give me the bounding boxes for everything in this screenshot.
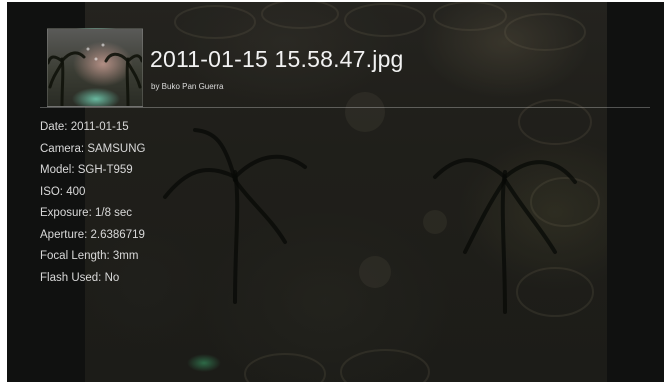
- photo-thumbnail: [47, 28, 143, 107]
- metadata-model: Model: SGH-T959: [40, 160, 145, 182]
- metadata-flash-used: Flash Used: No: [40, 268, 145, 290]
- author-credit: by Buko Pan Guerra: [151, 82, 224, 91]
- photo-metadata-list: Date: 2011-01-15 Camera: SAMSUNG Model: …: [40, 117, 145, 289]
- photo-thumbnail-art: [48, 43, 142, 106]
- metadata-focal-length: Focal Length: 3mm: [40, 246, 145, 268]
- metadata-value: 1/8 sec: [94, 207, 133, 219]
- metadata-label: ISO:: [40, 185, 64, 198]
- metadata-iso: ISO: 400: [40, 182, 145, 204]
- metadata-value: SAMSUNG: [87, 142, 146, 155]
- metadata-label: Aperture:: [40, 228, 88, 241]
- metadata-label: Model:: [40, 164, 75, 176]
- metadata-value: 3mm: [112, 250, 139, 262]
- metadata-camera: Camera: SAMSUNG: [40, 139, 145, 161]
- header-divider: [40, 107, 650, 108]
- metadata-aperture: Aperture: 2.6386719: [40, 225, 145, 247]
- metadata-label: Date:: [40, 121, 68, 133]
- status-light: [187, 354, 221, 372]
- metadata-label: Flash Used:: [40, 271, 102, 284]
- metadata-value: 2011-01-15: [70, 121, 129, 133]
- metadata-value: 2.6386719: [90, 228, 145, 241]
- metadata-exposure: Exposure: 1/8 sec: [40, 203, 145, 225]
- metadata-label: Exposure:: [40, 207, 92, 219]
- metadata-date: Date: 2011-01-15: [40, 117, 145, 139]
- metadata-label: Focal Length:: [40, 250, 110, 262]
- metadata-value: No: [104, 271, 120, 284]
- photo-viewer-screen: 2011-01-15 15.58.47.jpg by Buko Pan Guer…: [0, 0, 671, 383]
- metadata-value: 400: [66, 185, 86, 198]
- metadata-label: Camera:: [40, 142, 85, 155]
- file-name-title: 2011-01-15 15.58.47.jpg: [150, 46, 404, 72]
- metadata-value: SGH-T959: [77, 164, 133, 176]
